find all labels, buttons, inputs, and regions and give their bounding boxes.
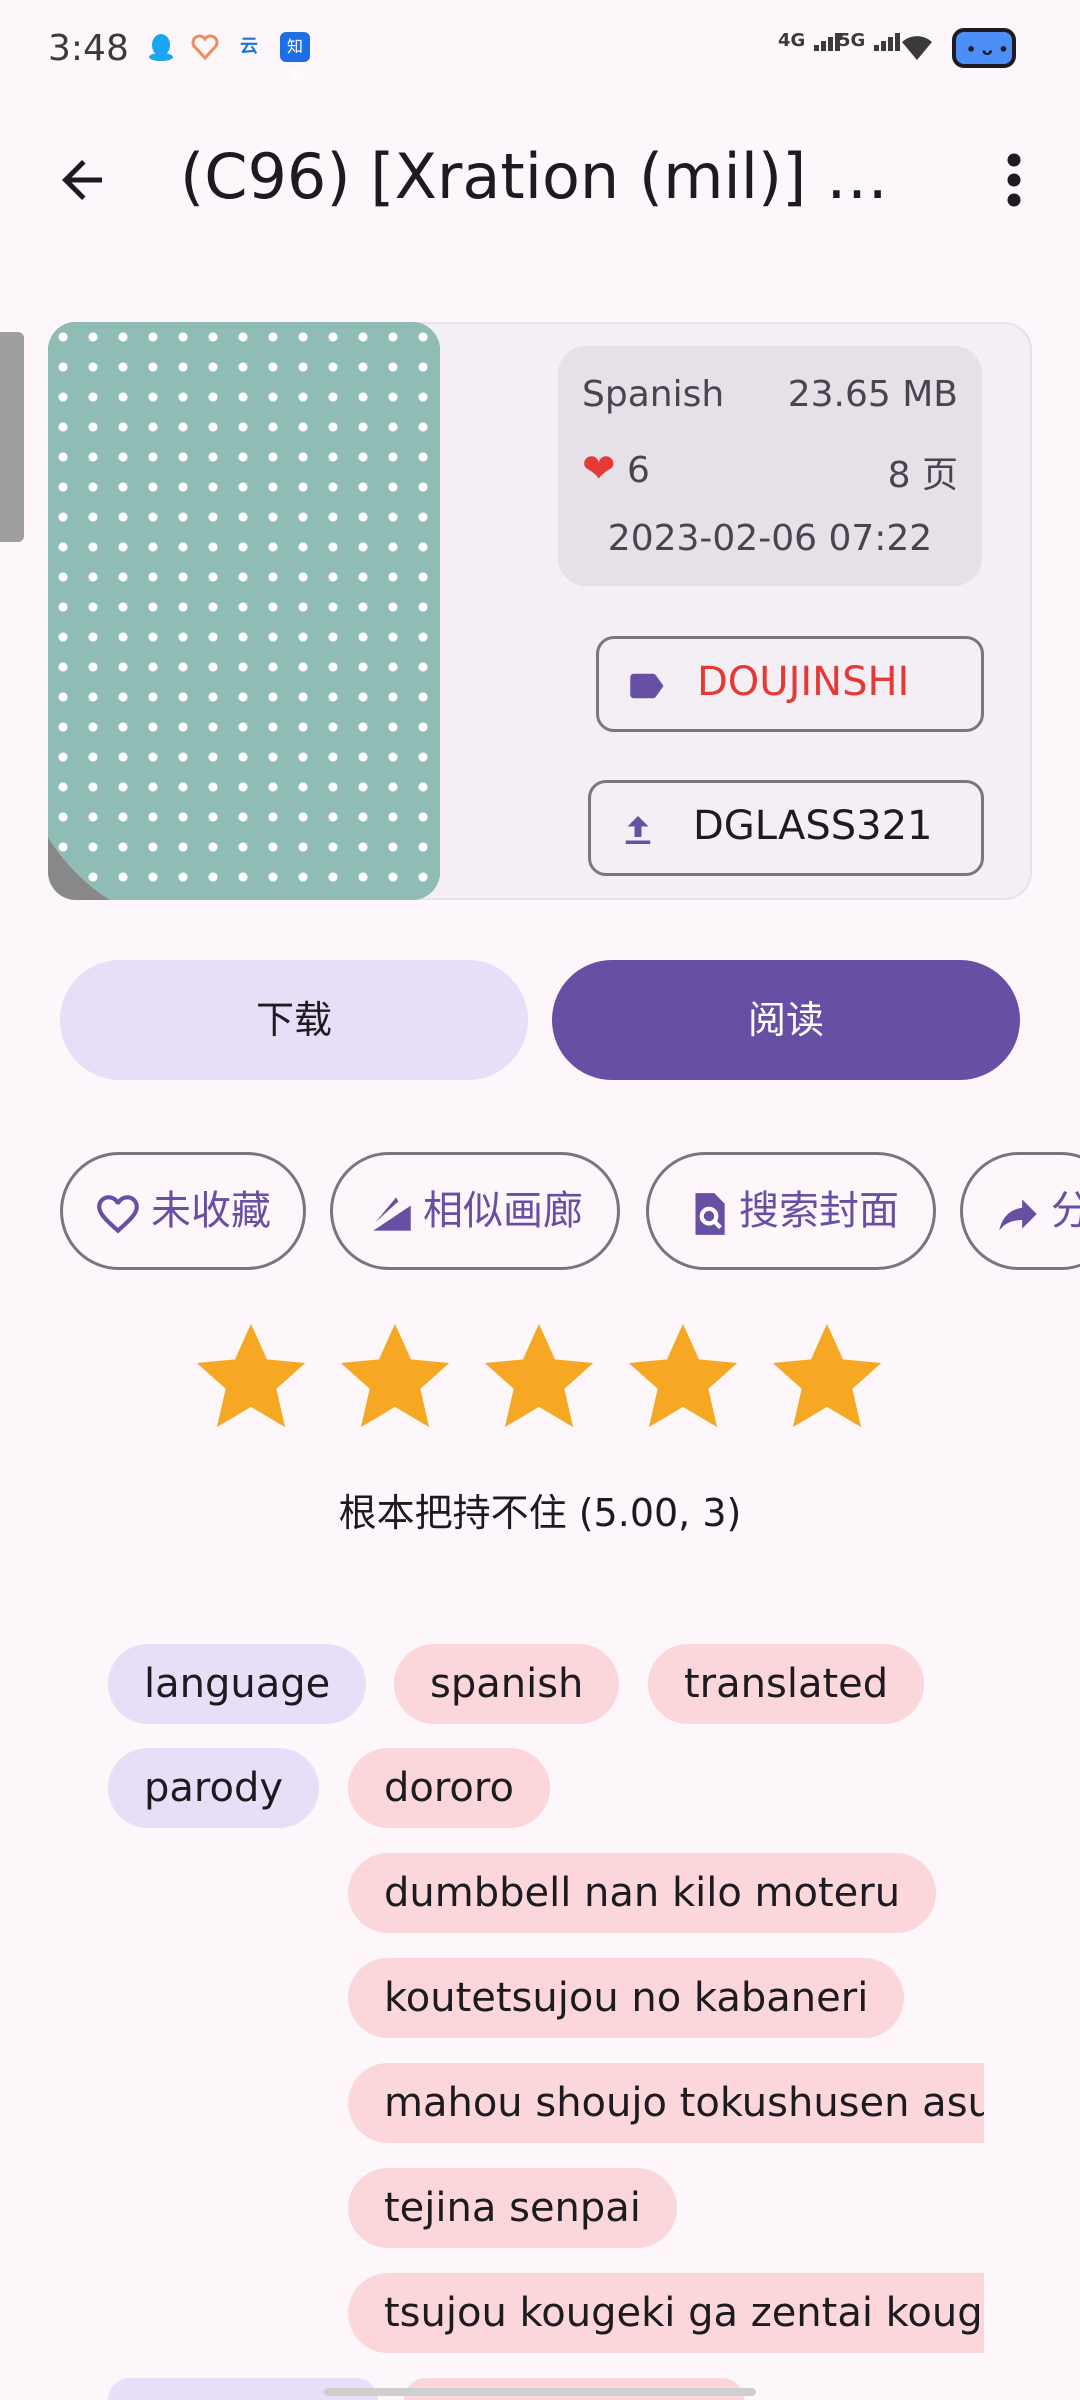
status-time: 3:48 [48, 28, 129, 69]
download-button[interactable]: 下载 [60, 960, 528, 1080]
qq-icon [146, 32, 176, 62]
category-label: DOUJINSHI [697, 659, 910, 705]
battery-icon: • ᴗ • [952, 28, 1016, 68]
tag-translated[interactable]: translated [648, 1644, 925, 1724]
favorite-chip-label: 未收藏 [151, 1188, 271, 1234]
read-button[interactable]: 阅读 [552, 960, 1020, 1080]
search-cover-chip-label: 搜索封面 [739, 1188, 899, 1234]
tag-dumbbell-nan-kilo-moteru[interactable]: dumbbell nan kilo moteru [348, 1853, 937, 1933]
scroll-indicator [0, 332, 24, 542]
zhihu-icon: 知乎 [280, 32, 310, 86]
upload-icon [625, 816, 651, 844]
uploader-label: DGLASS321 [693, 803, 933, 849]
tag-koutetsujou-no-kabaneri[interactable]: koutetsujou no kabaneri [348, 1958, 905, 2038]
similar-icon [373, 1197, 411, 1231]
tag-namespace-parody[interactable]: parody [108, 1748, 320, 1828]
tag-spanish[interactable]: spanish [394, 1644, 620, 1724]
tag-clip-row-1: mahou shoujo tokushusen asuka [346, 2063, 984, 2143]
date-value: 2023-02-06 07:22 [607, 518, 933, 559]
page-title: (C96) [Xration (mil)] b… [180, 140, 920, 213]
wifi-icon [900, 34, 934, 66]
favorite-chip[interactable]: 未收藏 [60, 1152, 306, 1270]
similar-chip-label: 相似画廊 [423, 1188, 583, 1234]
heart-icon: ❤ [582, 446, 616, 492]
cloud-icon: 云 [240, 36, 258, 57]
rating-star-1[interactable] [188, 1316, 314, 1440]
heart-outline-icon [97, 1195, 139, 1234]
share-arrow-icon [999, 1199, 1037, 1231]
signal-5g-icon: 5G [838, 30, 902, 51]
image-search-icon [695, 1193, 725, 1235]
tag-namespace-language[interactable]: language [108, 1644, 367, 1724]
tag-mahou-shoujo-tokushusen-asuka[interactable]: mahou shoujo tokushusen asuka [348, 2063, 984, 2143]
rating-star-5[interactable] [764, 1316, 890, 1440]
gallery-meta-box: Spanish 23.65 MB ❤ 6 8 页 2023-02-06 07:2… [558, 346, 982, 586]
health-icon [190, 32, 220, 62]
favorites-value: 6 [626, 450, 650, 491]
rating-star-4[interactable] [620, 1316, 746, 1440]
search-cover-chip[interactable]: 搜索封面 [646, 1152, 936, 1270]
pages-value: 8 页 [887, 455, 958, 496]
rating-star-2[interactable] [332, 1316, 458, 1440]
tag-tejina-senpai[interactable]: tejina senpai [348, 2168, 677, 2248]
size-value: 23.65 MB [787, 374, 958, 415]
tag-dororo[interactable]: dororo [348, 1748, 550, 1828]
category-button[interactable]: DOUJINSHI [596, 636, 984, 732]
home-indicator[interactable] [324, 2388, 756, 2396]
similar-gallery-chip[interactable]: 相似画廊 [330, 1152, 620, 1270]
signal-4g-icon: 4G [778, 30, 842, 51]
share-chip-label: 分 [1051, 1188, 1080, 1234]
tag-tsujou-kougeki[interactable]: tsujou kougeki ga zentai kougeki de ni-k… [348, 2273, 984, 2353]
cover-image[interactable] [48, 322, 440, 900]
tag-clip-row-2: tsujou kougeki ga zentai kougeki de ni-k… [346, 2273, 984, 2353]
language-value: Spanish [582, 374, 725, 415]
more-options-icon[interactable] [990, 150, 1038, 210]
favorites-count: ❤ 6 [582, 446, 650, 492]
uploader-button[interactable]: DGLASS321 [588, 780, 984, 876]
back-arrow-icon[interactable] [52, 150, 112, 210]
label-icon [630, 673, 664, 699]
share-chip[interactable]: 分 [960, 1152, 1080, 1270]
rating-text: 根本把持不住 (5.00, 3) [338, 1491, 742, 1535]
rating-star-3[interactable] [476, 1316, 602, 1440]
